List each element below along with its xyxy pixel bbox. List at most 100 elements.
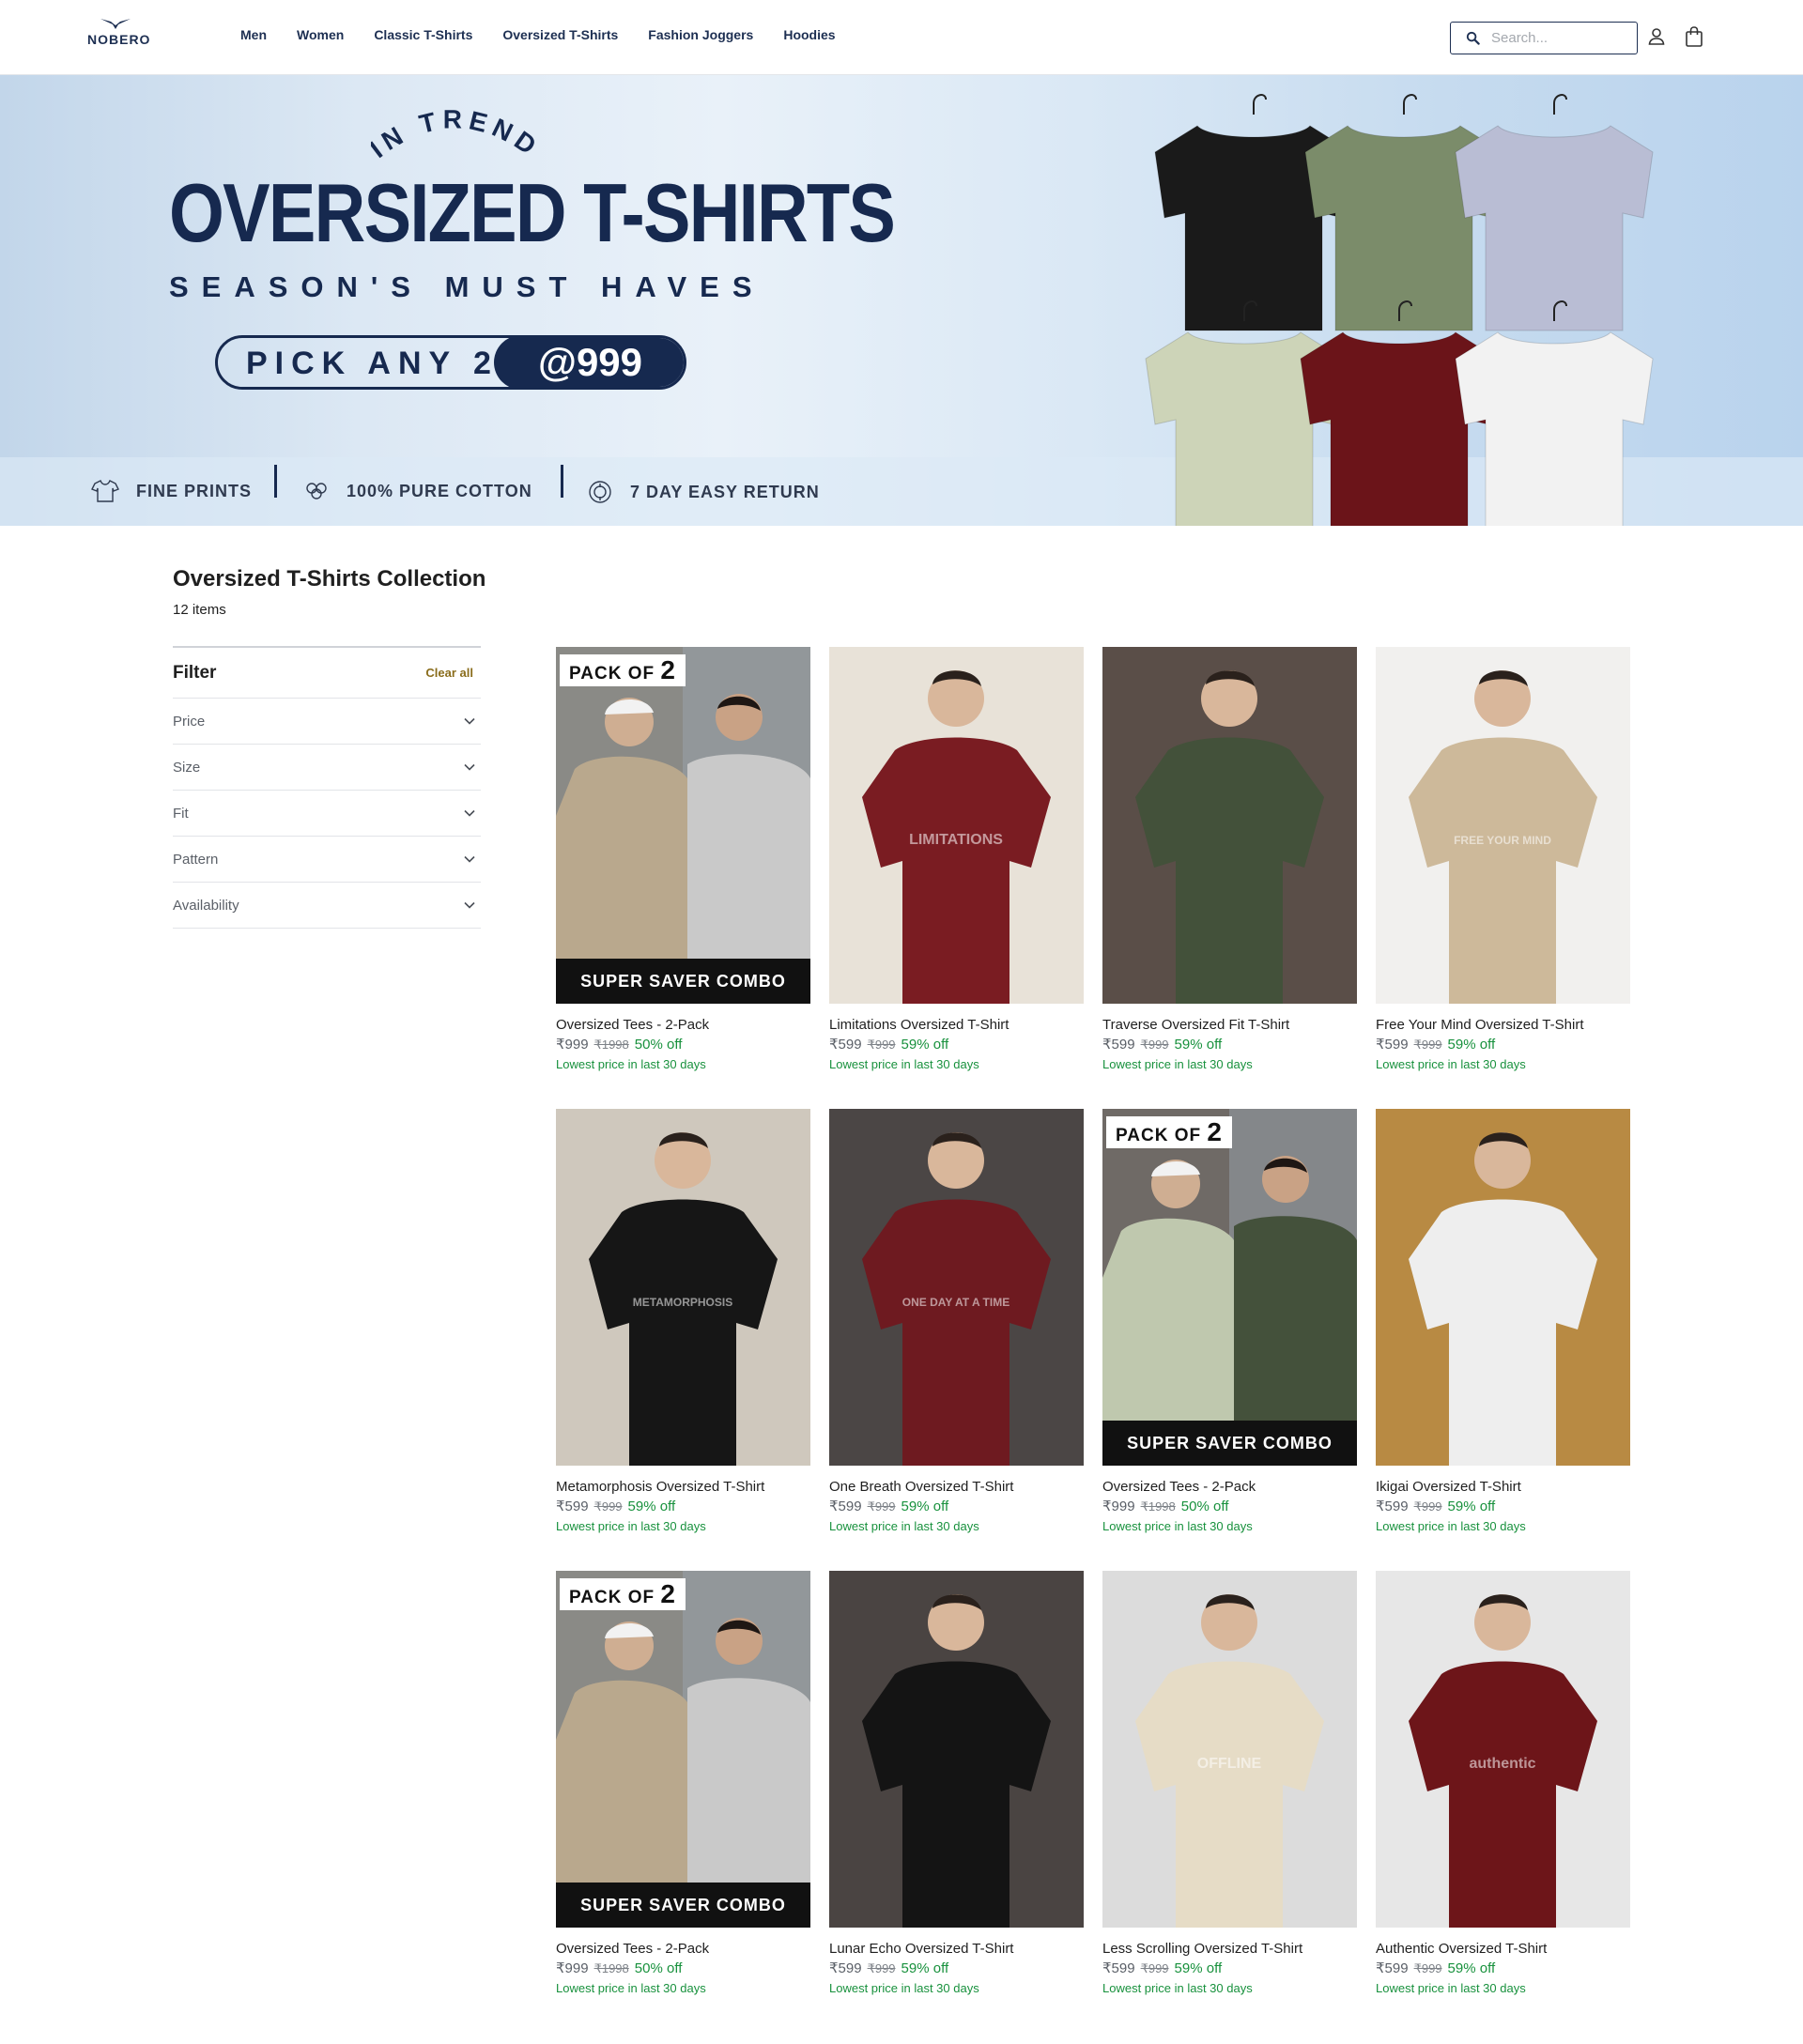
svg-text:authentic: authentic [1469,1756,1535,1772]
product-thumbnail[interactable] [1102,647,1357,1004]
price-row: ₹999 ₹1998 50% off [556,1959,810,1976]
collection-title: Oversized T-Shirts Collection [173,566,486,592]
chevron-down-icon [464,763,475,771]
product-card[interactable]: Lunar Echo Oversized T-Shirt ₹599 ₹999 59% … [829,1571,1084,2033]
discount-label: 59% off [1174,1037,1223,1053]
filter-price[interactable]: Price [173,699,481,745]
pack-badge-text: PACK OF [1116,1126,1202,1145]
filter-label: Price [173,713,206,730]
product-mrp: ₹999 [1413,1499,1442,1514]
hero-title: OVERSIZED T-SHIRTS [169,166,896,259]
hero-shirts-illustration [1145,94,1654,526]
product-name[interactable]: Free Your Mind Oversized T-Shirt [1376,1017,1630,1033]
chevron-down-icon [464,809,475,817]
price-row: ₹999 ₹1998 50% off [1102,1498,1357,1514]
product-card[interactable]: ONE DAY AT A TIME One Breath Oversized T… [829,1109,1084,1571]
filter-pattern[interactable]: Pattern [173,837,481,883]
pack-badge: PACK OF 2 [560,654,686,686]
product-mrp: ₹1998 [1140,1499,1176,1514]
product-thumbnail[interactable]: ONE DAY AT A TIME [829,1109,1084,1466]
chevron-down-icon [464,855,475,863]
offer-pill[interactable]: PICK ANY 2 @999 [215,335,686,390]
product-card[interactable]: authentic Authentic Oversized T-Shirt ₹59… [1376,1571,1630,2033]
hero-tshirt [1455,331,1654,526]
clear-all-button[interactable]: Clear all [425,666,473,680]
pack-badge-number: 2 [660,655,676,684]
filter-availability[interactable]: Availability [173,883,481,929]
product-mrp: ₹999 [1413,1037,1442,1052]
search-icon[interactable] [1466,31,1480,45]
product-thumbnail[interactable]: authentic [1376,1571,1630,1928]
hero-banner[interactable]: IN TREND OVERSIZED T-SHIRTS SEASON'S MUS… [0,75,1803,526]
product-card[interactable]: FREE YOUR MIND Free Your Mind Oversized … [1376,647,1630,1109]
nav-link-hoodies[interactable]: Hoodies [783,27,835,42]
product-card[interactable]: PACK OF 2 SUPER SAVER COMBO Oversized Tees… [556,1571,810,2033]
product-thumbnail[interactable]: LIMITATIONS [829,647,1084,1004]
product-card[interactable]: OFFLINE Less Scrolling Oversized T-Shirt… [1102,1571,1357,2033]
search-box[interactable] [1450,22,1638,54]
product-card[interactable]: Traverse Oversized Fit T-Shirt ₹599 ₹999 59… [1102,647,1357,1109]
product-name[interactable]: Ikigai Oversized T-Shirt [1376,1479,1630,1495]
product-name[interactable]: Metamorphosis Oversized T-Shirt [556,1479,810,1495]
nav-link-oversized-tshirts[interactable]: Oversized T-Shirts [502,27,618,42]
logo-text: NOBERO [87,32,151,47]
product-name[interactable]: Lunar Echo Oversized T-Shirt [829,1941,1084,1957]
product-thumbnail[interactable]: PACK OF 2 SUPER SAVER COMBO [556,647,810,1004]
main-nav: Men Women Classic T-Shirts Oversized T-S… [240,27,836,42]
search-input[interactable] [1491,30,1623,46]
discount-label: 59% off [1447,1960,1496,1976]
product-name[interactable]: One Breath Oversized T-Shirt [829,1479,1084,1495]
product-name[interactable]: Authentic Oversized T-Shirt [1376,1941,1630,1957]
nav-link-men[interactable]: Men [240,27,267,42]
product-card[interactable]: PACK OF 2 SUPER SAVER COMBO Oversized Tees… [1102,1109,1357,1571]
nav-link-classic-tshirts[interactable]: Classic T-Shirts [374,27,472,42]
user-icon[interactable] [1646,26,1667,47]
product-name[interactable]: Limitations Oversized T-Shirt [829,1017,1084,1033]
product-image [556,647,810,1004]
lowest-price-note: Lowest price in last 30 days [1376,1981,1526,1995]
product-thumbnail[interactable]: PACK OF 2 SUPER SAVER COMBO [1102,1109,1357,1466]
svg-text:OFFLINE: OFFLINE [1197,1756,1262,1772]
product-image [1102,1109,1357,1466]
product-image: ONE DAY AT A TIME [829,1109,1084,1466]
filter-fit[interactable]: Fit [173,791,481,837]
nav-link-women[interactable]: Women [297,27,344,42]
product-name[interactable]: Oversized Tees - 2-Pack [556,1941,810,1957]
product-name[interactable]: Oversized Tees - 2-Pack [1102,1479,1357,1495]
product-card[interactable]: METAMORPHOSIS Metamorphosis Oversized T-… [556,1109,810,1571]
product-image [556,1571,810,1928]
site-header: NOBERO Men Women Classic T-Shirts Oversi… [0,0,1803,75]
product-thumbnail[interactable]: OFFLINE [1102,1571,1357,1928]
brand-logo[interactable]: NOBERO [87,17,151,54]
filter-label: Size [173,759,201,776]
product-grid: PACK OF 2 SUPER SAVER COMBO Oversized Tees… [556,647,1630,2033]
product-card[interactable]: Ikigai Oversized T-Shirt ₹599 ₹999 59% off L… [1376,1109,1630,1571]
product-image [829,1571,1084,1928]
lowest-price-note: Lowest price in last 30 days [1102,1519,1253,1533]
product-card[interactable]: PACK OF 2 SUPER SAVER COMBO Oversized Tees… [556,647,810,1109]
product-name[interactable]: Oversized Tees - 2-Pack [556,1017,810,1033]
discount-label: 59% off [1174,1960,1223,1976]
product-thumbnail[interactable]: METAMORPHOSIS [556,1109,810,1466]
filter-size[interactable]: Size [173,745,481,791]
nav-link-fashion-joggers[interactable]: Fashion Joggers [648,27,753,42]
product-card[interactable]: LIMITATIONS Limitations Oversized T-Shir… [829,647,1084,1109]
product-thumbnail[interactable] [829,1571,1084,1928]
cotton-icon [306,483,327,499]
product-name[interactable]: Traverse Oversized Fit T-Shirt [1102,1017,1357,1033]
offer-text: PICK ANY 2 [246,346,499,381]
product-mrp: ₹999 [1140,1961,1169,1975]
combo-label: SUPER SAVER COMBO [1102,1421,1357,1466]
bag-icon[interactable] [1684,25,1704,48]
product-thumbnail[interactable]: PACK OF 2 SUPER SAVER COMBO [556,1571,810,1928]
feature-divider [561,465,563,498]
return-icon [589,481,611,503]
product-mrp: ₹1998 [593,1037,629,1052]
price-row: ₹599 ₹999 59% off [829,1959,1084,1976]
product-mrp: ₹999 [1140,1037,1169,1052]
product-thumbnail[interactable] [1376,1109,1630,1466]
product-name[interactable]: Less Scrolling Oversized T-Shirt [1102,1941,1357,1957]
feature-label: 100% PURE COTTON [347,481,532,500]
product-thumbnail[interactable]: FREE YOUR MIND [1376,647,1630,1004]
feature-label: 7 DAY EASY RETURN [630,482,820,501]
